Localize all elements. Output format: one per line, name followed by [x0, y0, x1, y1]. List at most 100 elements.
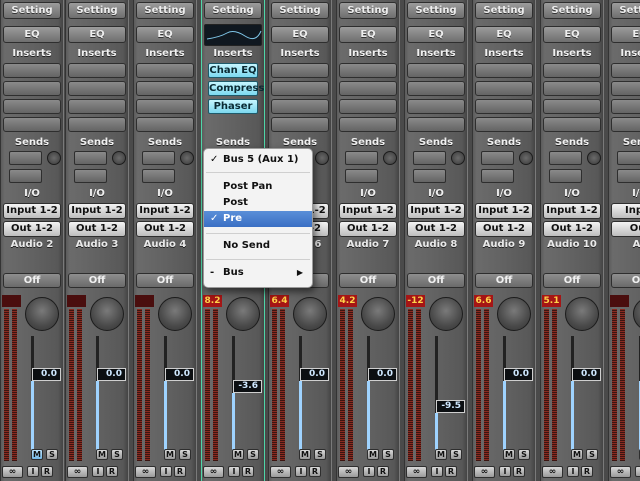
- send-slot[interactable]: [9, 151, 42, 165]
- insert-slot-chan-eq[interactable]: Chan EQ: [208, 63, 258, 78]
- output-button[interactable]: Out 1-2: [136, 221, 194, 237]
- send-slot[interactable]: [481, 169, 514, 183]
- insert-slot[interactable]: [407, 81, 465, 96]
- automation-mode-button[interactable]: Off: [543, 273, 601, 288]
- setting-button[interactable]: Setting: [543, 2, 601, 19]
- automation-mode-button[interactable]: Off: [611, 273, 640, 288]
- send-slot[interactable]: [617, 151, 640, 165]
- input-button[interactable]: Input 1-2: [407, 203, 465, 219]
- send-slot[interactable]: [74, 169, 107, 183]
- setting-button[interactable]: Setting: [407, 2, 465, 19]
- automation-mode-button[interactable]: Off: [136, 273, 194, 288]
- send-slot[interactable]: [549, 151, 582, 165]
- mute-button[interactable]: M: [503, 449, 515, 460]
- setting-button[interactable]: Setting: [339, 2, 397, 19]
- solo-button[interactable]: S: [179, 449, 191, 460]
- send-level-knob[interactable]: [383, 151, 397, 165]
- menu-item-bus5[interactable]: ✓ Bus 5 (Aux 1): [204, 152, 312, 168]
- volume-value-display[interactable]: 0.0: [572, 368, 601, 381]
- link-icon[interactable]: ∞: [610, 466, 631, 478]
- eq-button[interactable]: EQ: [475, 26, 533, 43]
- insert-slot[interactable]: [407, 117, 465, 132]
- insert-slot[interactable]: [136, 63, 194, 78]
- send-routing-menu[interactable]: ✓ Bus 5 (Aux 1) Post Pan Post ✓ Pre No S…: [203, 148, 313, 288]
- pan-knob[interactable]: [361, 297, 395, 331]
- solo-button[interactable]: S: [518, 449, 530, 460]
- insert-slot[interactable]: [271, 63, 329, 78]
- input-monitor-button[interactable]: I: [363, 466, 375, 477]
- automation-mode-button[interactable]: Off: [475, 273, 533, 288]
- insert-slot[interactable]: [339, 81, 397, 96]
- send-slot[interactable]: [413, 151, 446, 165]
- input-monitor-button[interactable]: I: [499, 466, 511, 477]
- send-level-knob[interactable]: [315, 151, 329, 165]
- record-button[interactable]: R: [513, 466, 525, 477]
- peak-level-display[interactable]: [2, 295, 21, 307]
- pan-knob[interactable]: [90, 297, 124, 331]
- mute-button[interactable]: M: [299, 449, 311, 460]
- setting-button[interactable]: Setting: [3, 2, 61, 19]
- peak-level-display[interactable]: 6.4: [270, 295, 289, 307]
- input-button[interactable]: Input: [611, 203, 640, 219]
- input-monitor-button[interactable]: I: [431, 466, 443, 477]
- track-name[interactable]: Audio 10: [541, 239, 603, 250]
- eq-button[interactable]: EQ: [543, 26, 601, 43]
- insert-slot[interactable]: [271, 81, 329, 96]
- insert-slot[interactable]: [475, 117, 533, 132]
- insert-slot[interactable]: [271, 99, 329, 114]
- output-button[interactable]: Out 1-2: [407, 221, 465, 237]
- record-button[interactable]: R: [377, 466, 389, 477]
- insert-slot[interactable]: [475, 99, 533, 114]
- volume-value-display[interactable]: 0.0: [300, 368, 329, 381]
- setting-button[interactable]: Setting: [68, 2, 126, 19]
- solo-button[interactable]: S: [382, 449, 394, 460]
- menu-item-no-send[interactable]: No Send: [204, 238, 312, 254]
- link-icon[interactable]: ∞: [406, 466, 427, 478]
- setting-button[interactable]: Setting: [204, 2, 262, 19]
- send-slot[interactable]: [74, 151, 107, 165]
- insert-slot[interactable]: [475, 81, 533, 96]
- volume-value-display[interactable]: 0.0: [32, 368, 61, 381]
- send-slot[interactable]: [617, 169, 640, 183]
- input-button[interactable]: Input 1-2: [3, 203, 61, 219]
- insert-slot[interactable]: [611, 81, 640, 96]
- pan-knob[interactable]: [226, 297, 260, 331]
- volume-value-display[interactable]: 0.0: [97, 368, 126, 381]
- insert-slot[interactable]: [3, 117, 61, 132]
- pan-knob[interactable]: [293, 297, 327, 331]
- insert-slot[interactable]: [543, 117, 601, 132]
- input-button[interactable]: Input 1-2: [136, 203, 194, 219]
- send-slot[interactable]: [142, 151, 175, 165]
- send-level-knob[interactable]: [519, 151, 533, 165]
- insert-slot-phaser[interactable]: Phaser: [208, 99, 258, 114]
- mute-button[interactable]: M: [164, 449, 176, 460]
- insert-slot[interactable]: [339, 99, 397, 114]
- peak-level-display[interactable]: 5.1: [542, 295, 561, 307]
- link-icon[interactable]: ∞: [67, 466, 88, 478]
- solo-button[interactable]: S: [111, 449, 123, 460]
- volume-value-display[interactable]: 0.0: [504, 368, 533, 381]
- input-monitor-button[interactable]: I: [92, 466, 104, 477]
- track-name[interactable]: Audio 2: [1, 239, 63, 250]
- track-name[interactable]: Au: [609, 239, 640, 250]
- link-icon[interactable]: ∞: [2, 466, 23, 478]
- menu-item-bus-submenu[interactable]: - Bus ▶: [204, 265, 312, 281]
- setting-button[interactable]: Setting: [611, 2, 640, 19]
- volume-value-display[interactable]: 0.0: [368, 368, 397, 381]
- menu-item-post-pan[interactable]: Post Pan: [204, 179, 312, 195]
- peak-level-display[interactable]: 4.2: [338, 295, 357, 307]
- output-button[interactable]: Out 1-2: [68, 221, 126, 237]
- insert-slot[interactable]: [611, 99, 640, 114]
- eq-thumbnail[interactable]: [204, 24, 262, 46]
- eq-button[interactable]: EQ: [611, 26, 640, 43]
- eq-button[interactable]: EQ: [271, 26, 329, 43]
- input-button[interactable]: Input 1-2: [543, 203, 601, 219]
- peak-level-display[interactable]: [610, 295, 629, 307]
- setting-button[interactable]: Setting: [475, 2, 533, 19]
- mute-button[interactable]: M: [31, 449, 43, 460]
- send-slot[interactable]: [413, 169, 446, 183]
- insert-slot[interactable]: [136, 99, 194, 114]
- insert-slot[interactable]: [3, 63, 61, 78]
- track-name[interactable]: Audio 3: [66, 239, 128, 250]
- insert-slot[interactable]: [136, 81, 194, 96]
